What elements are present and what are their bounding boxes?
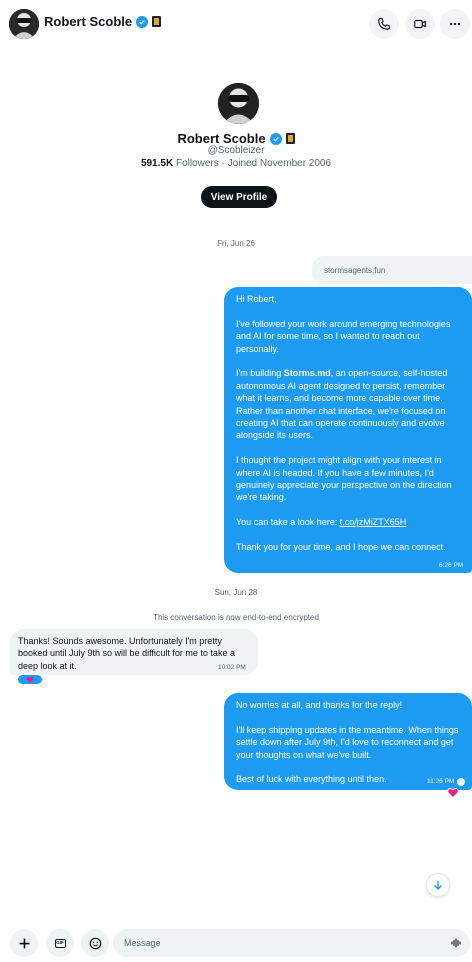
followers-label: Followers <box>175 158 219 169</box>
heart-icon <box>26 676 34 683</box>
heart-reaction[interactable] <box>17 674 43 685</box>
arrow-down-icon <box>434 881 442 890</box>
message-timestamp: 6:26 PM <box>439 562 464 569</box>
heart-reaction[interactable] <box>445 785 461 801</box>
message-input[interactable] <box>124 938 424 948</box>
message-timestamp: 10:02 PM <box>218 664 246 671</box>
gif-icon: GIF <box>54 938 66 948</box>
video-icon <box>414 19 426 29</box>
date-divider: Fri, Jun 26 <box>217 239 255 248</box>
message-text: You can take a look here: t.co/jzMiZTX65… <box>236 517 407 528</box>
profile-handle: @Scobleizer <box>207 145 265 156</box>
message-timestamp: 11:26 PM <box>427 778 455 785</box>
header-title[interactable]: Robert Scoble <box>44 14 162 29</box>
followers-count: 591.5K <box>140 158 174 169</box>
encryption-notice: This conversation is now end-to-end encr… <box>153 613 319 622</box>
date-divider: Sun, Jun 28 <box>214 588 258 597</box>
message-text: I'll keep shipping updates in the meanti… <box>236 724 459 760</box>
call-button[interactable] <box>369 9 399 39</box>
more-button[interactable] <box>440 9 470 39</box>
profile-name: Robert Scoble <box>0 131 472 146</box>
profile-name-text: Robert Scoble <box>177 131 266 146</box>
link-preview-card[interactable]: stormsagents.fun <box>312 256 472 284</box>
phone-icon <box>378 18 390 30</box>
project-name: Storms.md <box>283 368 331 379</box>
message-text: Thanks! Sounds awesome. Unfortunately I'… <box>18 636 235 671</box>
profile-stats: 591.5K Followers · Joined November 2006 <box>0 158 472 169</box>
voice-message-icon[interactable] <box>450 937 462 949</box>
gif-button[interactable]: GIF <box>46 929 74 957</box>
more-icon <box>449 22 461 26</box>
message-text: Hi Robert, <box>236 294 277 304</box>
message-input-field[interactable] <box>113 929 470 957</box>
scroll-to-bottom-button[interactable] <box>426 873 450 897</box>
message-text: Thank you for your time, and I hope we c… <box>236 542 446 553</box>
plus-icon <box>19 938 29 948</box>
add-media-button[interactable] <box>10 929 38 957</box>
emoji-button[interactable] <box>81 929 109 957</box>
conversation-header: Robert Scoble <box>0 0 472 46</box>
view-profile-button[interactable]: View Profile <box>201 186 277 208</box>
header-name-text: Robert Scoble <box>44 14 133 29</box>
message-link[interactable]: t.co/jzMiZTX65H <box>340 517 407 527</box>
verified-badge-icon <box>136 15 149 28</box>
heart-icon <box>447 788 459 799</box>
affiliate-badge-icon <box>152 16 162 27</box>
message-text: I'm building Storms.md, an open-source, … <box>236 368 448 441</box>
video-call-button[interactable] <box>405 9 435 39</box>
outgoing-message[interactable]: No worries at all, and thanks for the re… <box>224 693 472 790</box>
emoji-icon <box>89 937 101 949</box>
outgoing-message[interactable]: Hi Robert, I've followed your work aroun… <box>224 287 472 573</box>
affiliate-badge-icon <box>285 133 295 144</box>
avatar[interactable] <box>9 9 39 39</box>
message-composer: GIF <box>0 925 472 962</box>
message-text: No worries at all, and thanks for the re… <box>236 700 403 710</box>
message-text: I thought the project might align with y… <box>236 455 452 503</box>
profile-avatar[interactable] <box>218 83 259 124</box>
verified-badge-icon <box>269 132 282 145</box>
joined-date: · Joined November 2006 <box>221 158 332 169</box>
message-text: I've followed your work around emerging … <box>236 318 451 354</box>
